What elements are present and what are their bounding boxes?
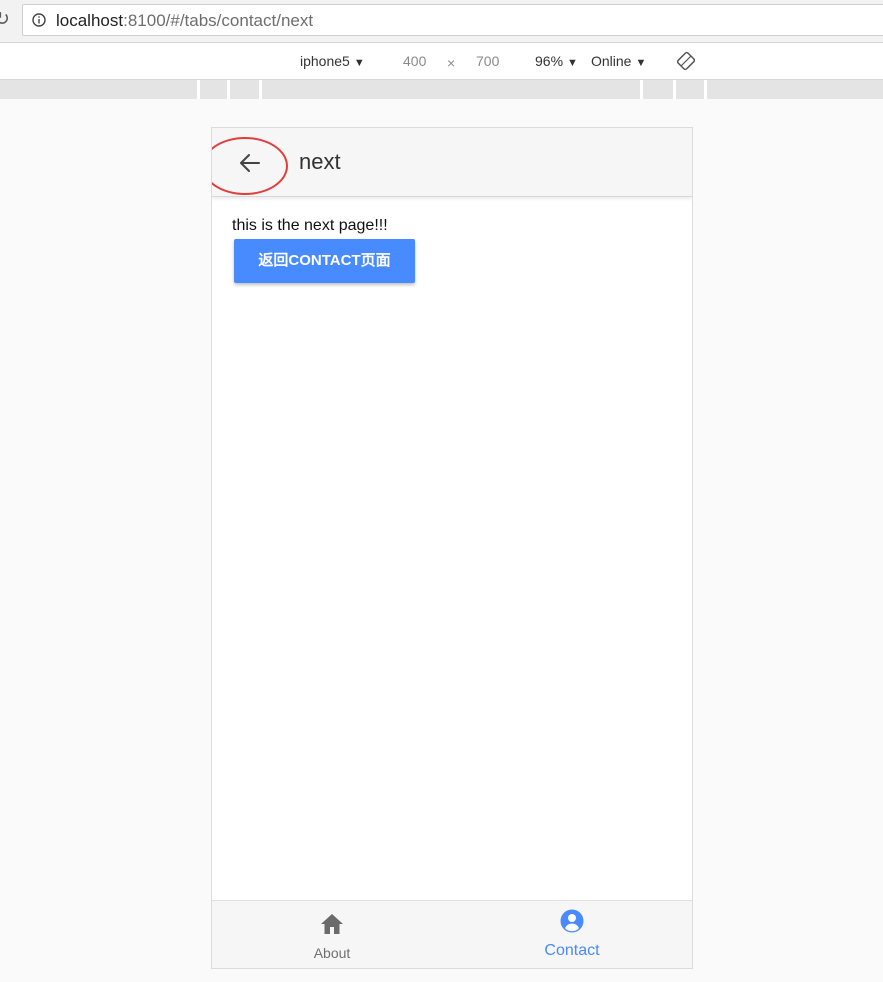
home-icon [321, 914, 343, 934]
dimension-separator: × [447, 55, 456, 71]
ruler-marker [259, 80, 262, 99]
device-select[interactable]: iphone5 ▼ [300, 53, 365, 71]
network-throttle-select[interactable]: Online ▼ [591, 53, 646, 71]
network-value: Online [591, 53, 632, 69]
chevron-down-icon: ▼ [567, 57, 578, 69]
app-header: next [212, 128, 692, 197]
arrow-back-icon [240, 154, 260, 172]
ruler-marker [673, 80, 676, 99]
zoom-select[interactable]: 96% ▼ [535, 53, 578, 71]
back-to-contact-button[interactable]: 返回CONTACT页面 [234, 239, 415, 283]
url-text[interactable]: localhost:8100/#/tabs/contact/next [56, 11, 313, 30]
device-toolbar: iphone5 ▼ 400 × 700 96% ▼ Online ▼ [0, 43, 883, 80]
url-path: :8100/#/tabs/contact/next [123, 11, 314, 30]
device-height-input[interactable]: 700 [476, 53, 499, 69]
device-viewport: next this is the next page!!! 返回CONTACT页… [211, 127, 693, 969]
tab-contact-label: Contact [544, 942, 600, 959]
device-width-input[interactable]: 400 [403, 53, 426, 69]
ruler-marker [197, 80, 200, 99]
tab-about[interactable]: About [212, 901, 452, 968]
chevron-down-icon: ▼ [635, 57, 647, 69]
address-bar[interactable]: localhost:8100/#/tabs/contact/next [22, 4, 883, 36]
back-button[interactable] [230, 145, 270, 181]
chevron-down-icon: ▼ [353, 57, 365, 69]
tab-bar: About Contact [212, 900, 692, 968]
page-title: next [299, 149, 341, 174]
device-name: iphone5 [300, 53, 350, 69]
browser-address-row: ↻ localhost:8100/#/tabs/contact/next [0, 0, 883, 43]
tab-about-label: About [313, 945, 351, 961]
media-query-ruler [0, 80, 883, 99]
page-content-text: this is the next page!!! [232, 217, 388, 234]
info-icon[interactable] [32, 13, 46, 27]
tab-contact[interactable]: Contact [452, 901, 692, 968]
reload-icon[interactable]: ↻ [0, 9, 12, 31]
rotate-icon[interactable] [676, 51, 696, 71]
person-circle-icon [560, 909, 584, 933]
ruler-marker [640, 80, 643, 99]
url-host: localhost [56, 11, 124, 30]
zoom-value: 96% [535, 53, 564, 69]
ruler-marker [227, 80, 230, 99]
ruler-marker [704, 80, 707, 99]
